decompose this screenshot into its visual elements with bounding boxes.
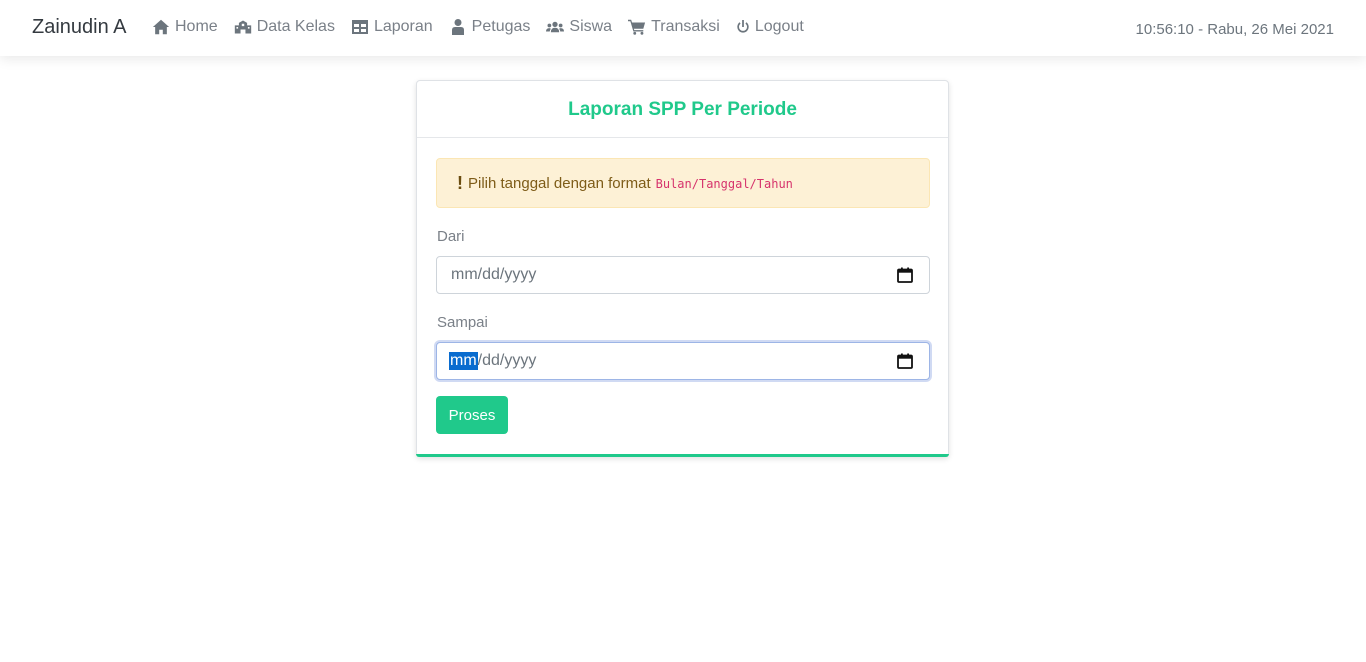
school-icon — [234, 20, 251, 34]
from-label: Dari — [437, 228, 465, 245]
proses-button[interactable]: Proses — [436, 396, 508, 434]
report-card: Laporan SPP Per Periode ! Pilih tanggal … — [416, 80, 949, 457]
from-date-placeholder: mm/dd/yyyy — [451, 266, 537, 283]
nav-item-laporan[interactable]: Laporan — [351, 18, 433, 36]
nav-item-data-kelas[interactable]: Data Kelas — [234, 18, 335, 36]
nav-item-label: Data Kelas — [256, 18, 335, 35]
alert-text: Pilih tanggal dengan format — [468, 174, 651, 192]
nav-item-logout[interactable]: Logout — [736, 18, 804, 36]
calendar-icon[interactable] — [897, 267, 913, 283]
brand-name[interactable]: Zainudin A — [32, 16, 127, 39]
home-icon — [152, 19, 170, 35]
nav-item-transaksi[interactable]: Transaksi — [628, 18, 720, 36]
power-icon — [737, 20, 749, 33]
nav-item-home[interactable]: Home — [152, 18, 218, 36]
nav-item-siswa[interactable]: Siswa — [546, 18, 612, 36]
alert-format-code: Bulan/Tanggal/Tahun — [655, 177, 793, 191]
users-icon — [546, 21, 565, 33]
from-date-input[interactable]: mm/dd/yyyy — [436, 256, 930, 294]
card-accent-border — [416, 454, 949, 457]
to-label: Sampai — [437, 314, 488, 331]
nav-menu: Home Data Kelas Laporan Petugas Siswa Tr… — [152, 18, 820, 36]
to-date-month-segment[interactable]: mm — [449, 352, 478, 370]
calendar-icon[interactable] — [897, 353, 913, 369]
nav-item-label: Laporan — [373, 18, 433, 35]
cart-icon — [628, 19, 646, 35]
table-icon — [351, 20, 368, 34]
nav-item-label: Siswa — [569, 18, 613, 35]
user-icon — [451, 19, 464, 35]
to-date-placeholder-rest: /dd/yyyy — [477, 352, 537, 369]
nav-item-label: Home — [175, 18, 218, 35]
to-date-input[interactable]: mm/dd/yyyy — [436, 342, 930, 380]
card-title: Laporan SPP Per Periode — [417, 81, 948, 138]
clock-datetime: 10:56:10 - Rabu, 26 Mei 2021 — [1135, 21, 1334, 38]
format-alert: ! Pilih tanggal dengan format Bulan/Tang… — [436, 158, 930, 208]
nav-item-label: Logout — [754, 18, 804, 35]
nav-item-label: Petugas — [471, 18, 531, 35]
navbar: Zainudin A Home Data Kelas Laporan Petug… — [0, 0, 1366, 56]
exclamation-icon: ! — [457, 172, 463, 193]
nav-item-petugas[interactable]: Petugas — [449, 18, 531, 36]
nav-item-label: Transaksi — [651, 18, 720, 35]
